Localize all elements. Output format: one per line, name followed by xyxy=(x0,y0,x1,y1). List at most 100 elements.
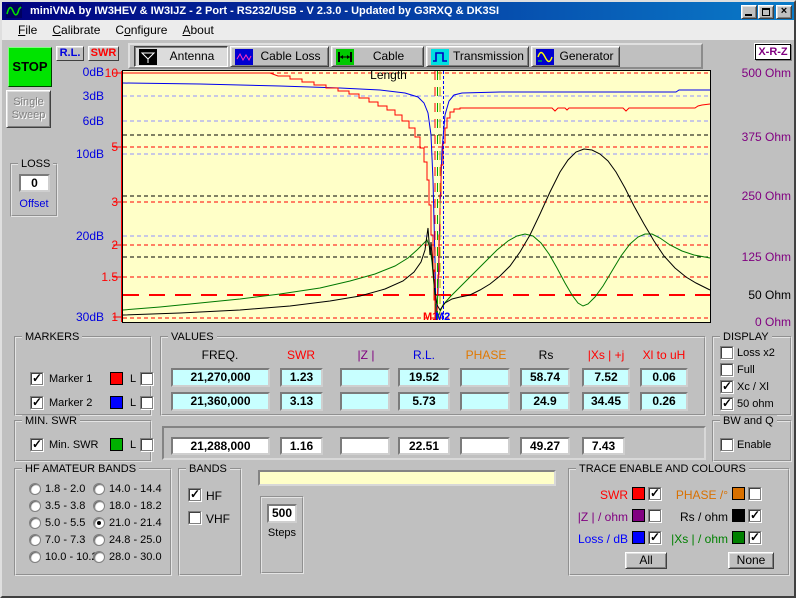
min-swr-field-5[interactable]: 49.27 xyxy=(520,437,570,455)
stop-button[interactable]: STOP xyxy=(8,47,52,87)
mode-button-cable-loss[interactable]: Cable Loss xyxy=(230,46,329,67)
values-row2-field-7[interactable]: 0.26 xyxy=(640,392,688,411)
hf-band-label: 10.0 - 10.2 xyxy=(45,551,98,563)
display-checkbox-xc---xl[interactable]: ✓ xyxy=(720,380,733,393)
min-swr-field-3[interactable]: 22.51 xyxy=(398,437,450,455)
hf-band-radio-7.0-7.3[interactable] xyxy=(29,534,41,546)
min-swr-field-6[interactable]: 7.43 xyxy=(582,437,625,455)
loss-offset-label[interactable]: Offset xyxy=(12,198,56,210)
close-button[interactable]: × xyxy=(776,5,792,19)
hf-band-radio-28.0-30.0[interactable] xyxy=(93,551,105,563)
hf-band-radio-21.0-21.4[interactable] xyxy=(93,517,105,529)
trace-all-button[interactable]: All xyxy=(625,552,667,569)
values-row1-field-0[interactable]: 21,270,000 xyxy=(171,368,270,387)
trace-left-checkbox-0[interactable]: ✓ xyxy=(648,487,661,500)
values-row1-field-7[interactable]: 0.06 xyxy=(640,368,688,387)
min-swr-field-1[interactable]: 1.16 xyxy=(280,437,323,455)
steps-input[interactable]: 500 xyxy=(267,504,297,523)
hf-band-label: 28.0 - 30.0 xyxy=(109,551,162,563)
minimize-button[interactable] xyxy=(741,5,757,19)
min-swr-field-4[interactable] xyxy=(460,437,510,455)
hf-band-radio-14.0-14.4[interactable] xyxy=(93,483,105,495)
bands-checkbox-hf[interactable]: ✓ xyxy=(188,488,201,501)
display-checkbox-50-ohm[interactable]: ✓ xyxy=(720,397,733,410)
rl-axis-tab[interactable]: R.L. xyxy=(56,46,84,61)
mode-button-transmission[interactable]: Transmission xyxy=(426,46,529,67)
values-row2-field-1[interactable]: 3.13 xyxy=(280,392,323,411)
menu-item-configure[interactable]: Configure xyxy=(115,23,167,37)
chart-marker-label: M2 xyxy=(435,311,450,323)
min-swr-field-0[interactable]: 21,288,000 xyxy=(171,437,270,455)
display-checkbox-full[interactable] xyxy=(720,363,733,376)
db-axis-label: 10dB xyxy=(76,147,104,161)
bwq-enable-checkbox[interactable] xyxy=(720,438,733,451)
trace-right-swatch-0[interactable] xyxy=(732,487,745,500)
hf-band-radio-5.0-5.5[interactable] xyxy=(29,517,41,529)
values-row1-field-3[interactable]: 19.52 xyxy=(398,368,450,387)
hf-band-radio-10.0-10.2[interactable] xyxy=(29,551,41,563)
values-row2-field-4[interactable] xyxy=(460,392,510,411)
mode-button-label: Antenna xyxy=(170,49,215,63)
menu-item-calibrate[interactable]: Calibrate xyxy=(52,23,100,37)
min-swr-color-swatch[interactable] xyxy=(110,438,123,451)
hf-band-radio-24.8-25.0[interactable] xyxy=(93,534,105,546)
values-row1-field-2[interactable] xyxy=(340,368,390,387)
hf-band-label: 3.5 - 3.8 xyxy=(45,500,85,512)
check-mark: ✓ xyxy=(650,530,660,544)
values-row2-field-3[interactable]: 5.73 xyxy=(398,392,450,411)
check-mark: ✓ xyxy=(750,530,760,544)
trace-right-swatch-2[interactable] xyxy=(732,531,745,544)
maximize-button[interactable] xyxy=(758,5,774,19)
marker2-checkbox[interactable]: ✓ xyxy=(30,396,43,409)
min-swr-field-2[interactable] xyxy=(340,437,390,455)
sweep-chart[interactable]: M1M20dB3dB6dB10dB20dB30dB105321.51500 Oh… xyxy=(0,62,796,334)
trace-none-button[interactable]: None xyxy=(728,552,774,569)
trace-left-swatch-2[interactable] xyxy=(632,531,645,544)
menu-item-about[interactable]: About xyxy=(182,23,213,37)
mode-button-antenna[interactable]: Antenna xyxy=(134,46,228,67)
trace-right-checkbox-1[interactable]: ✓ xyxy=(748,509,761,522)
values-row2-field-0[interactable]: 21,360,000 xyxy=(171,392,270,411)
trace-left-swatch-0[interactable] xyxy=(632,487,645,500)
trace-left-checkbox-1[interactable] xyxy=(648,509,661,522)
swr-axis-tab[interactable]: SWR xyxy=(88,46,119,61)
hf-band-radio-3.5-3.8[interactable] xyxy=(29,500,41,512)
marker2-l-checkbox[interactable] xyxy=(140,396,153,409)
values-row1-field-6[interactable]: 7.52 xyxy=(582,368,630,387)
bands-checkbox-vhf[interactable] xyxy=(188,511,201,524)
values-row2-field-6[interactable]: 34.45 xyxy=(582,392,630,411)
min-swr-checkbox[interactable]: ✓ xyxy=(30,438,43,451)
values-row2-field-5[interactable]: 24.9 xyxy=(520,392,570,411)
sweep-progress-bar xyxy=(258,470,556,486)
trace-left-swatch-1[interactable] xyxy=(632,509,645,522)
hf-band-radio-18.0-18.2[interactable] xyxy=(93,500,105,512)
values-row1-field-1[interactable]: 1.23 xyxy=(280,368,323,387)
trace-right-checkbox-2[interactable]: ✓ xyxy=(748,531,761,544)
values-row2-field-2[interactable] xyxy=(340,392,390,411)
check-mark: ✓ xyxy=(722,379,732,393)
check-mark: ✓ xyxy=(190,487,200,501)
marker2-color-swatch[interactable] xyxy=(110,396,123,409)
values-row1-field-4[interactable] xyxy=(460,368,510,387)
app-icon xyxy=(6,4,22,18)
display-checkbox-loss-x2[interactable] xyxy=(720,346,733,359)
loss-offset-input[interactable]: 0 xyxy=(19,174,50,192)
single-sweep-button[interactable]: Single Sweep xyxy=(6,90,51,128)
marker1-l-checkbox[interactable] xyxy=(140,372,153,385)
swr-axis-label: 5 xyxy=(111,140,118,154)
check-mark: ✓ xyxy=(32,371,42,385)
mode-button-generator[interactable]: Generator xyxy=(531,46,620,67)
marker1-color-swatch[interactable] xyxy=(110,372,123,385)
mode-button-cable-length[interactable]: Cable Length xyxy=(331,46,424,67)
ohm-axis-label: 50 Ohm xyxy=(748,288,791,302)
values-row1-field-5[interactable]: 58.74 xyxy=(520,368,570,387)
trace-right-checkbox-0[interactable] xyxy=(748,487,761,500)
marker1-label: Marker 1 xyxy=(49,373,92,385)
hf-band-radio-1.8-2.0[interactable] xyxy=(29,483,41,495)
menu-item-file[interactable]: File xyxy=(18,23,37,37)
min-swr-l-checkbox[interactable] xyxy=(140,438,153,451)
trace-right-swatch-1[interactable] xyxy=(732,509,745,522)
marker1-checkbox[interactable]: ✓ xyxy=(30,372,43,385)
trace-left-checkbox-2[interactable]: ✓ xyxy=(648,531,661,544)
xrz-axis-tab[interactable]: X-R-Z xyxy=(755,44,791,60)
